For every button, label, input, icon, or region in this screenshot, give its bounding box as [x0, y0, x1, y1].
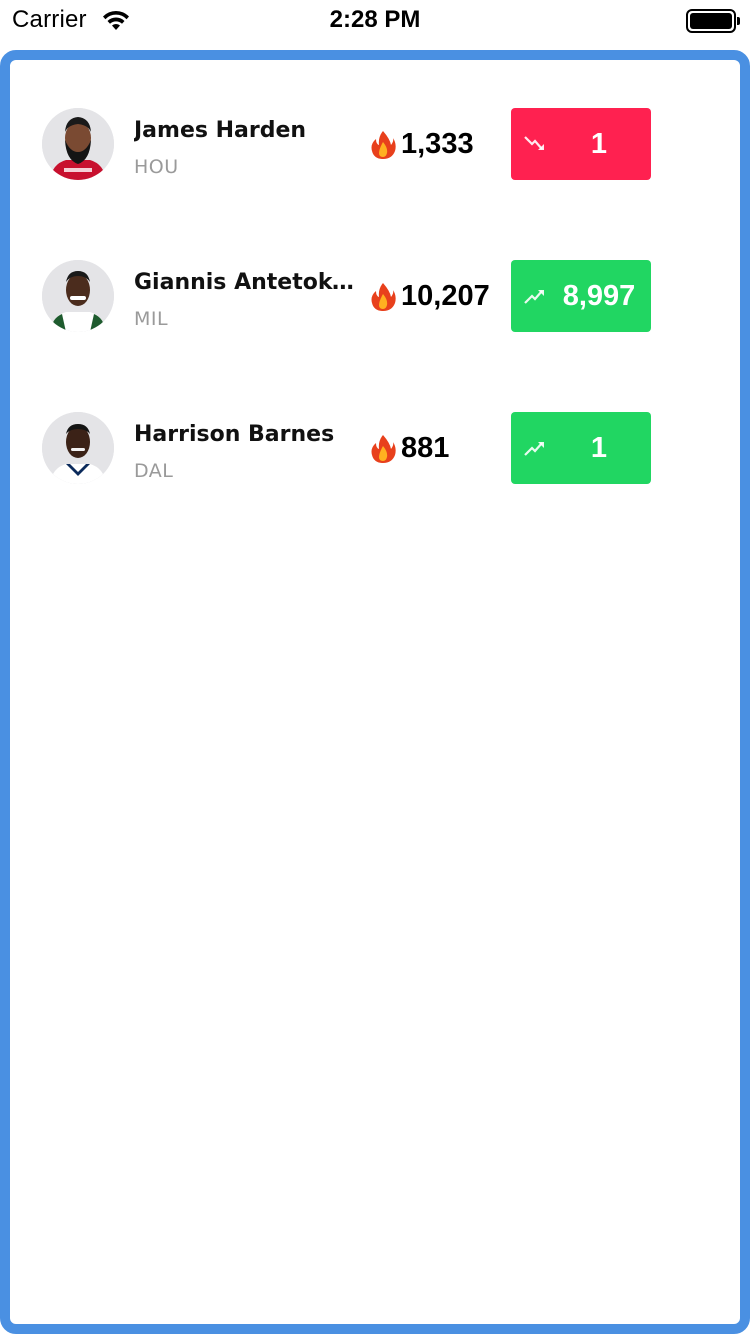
player-row[interactable]: Giannis Antetokounmpo MIL 10,207 8,997 [10, 260, 740, 340]
change-value: 1 [590, 432, 608, 464]
player-photo-icon [42, 412, 114, 484]
trending-up-icon [524, 290, 544, 304]
player-row[interactable]: Harrison Barnes DAL 881 1 [10, 412, 740, 492]
player-name: James Harden [134, 118, 307, 143]
battery-icon [686, 9, 740, 33]
score-value: 10,207 [401, 280, 490, 312]
player-team: MIL [134, 308, 169, 330]
player-team: HOU [134, 156, 179, 178]
change-badge[interactable]: 1 [511, 108, 651, 180]
score-value: 881 [401, 432, 450, 464]
fire-icon [371, 283, 396, 311]
change-badge[interactable]: 1 [511, 412, 651, 484]
player-avatar [42, 260, 114, 332]
player-team: DAL [134, 460, 174, 482]
player-avatar [42, 108, 114, 180]
score-value: 1,333 [401, 128, 474, 160]
player-name: Harrison Barnes [134, 422, 335, 447]
trending-up-icon [524, 442, 544, 456]
change-value: 1 [590, 128, 608, 160]
change-value: 8,997 [562, 280, 636, 312]
player-avatar [42, 412, 114, 484]
fire-icon [371, 131, 396, 159]
change-badge[interactable]: 8,997 [511, 260, 651, 332]
fire-icon [371, 435, 396, 463]
status-bar: Carrier 2:28 PM [0, 0, 750, 42]
player-name: Giannis Antetokounmpo [134, 270, 364, 295]
clock: 2:28 PM [329, 6, 421, 33]
player-photo-icon [42, 108, 114, 180]
main-panel: James Harden HOU 1,333 1 Giannis Antetok… [0, 50, 750, 1334]
player-row[interactable]: James Harden HOU 1,333 1 [10, 108, 740, 188]
player-photo-icon [42, 260, 114, 332]
trending-down-icon [524, 136, 544, 150]
